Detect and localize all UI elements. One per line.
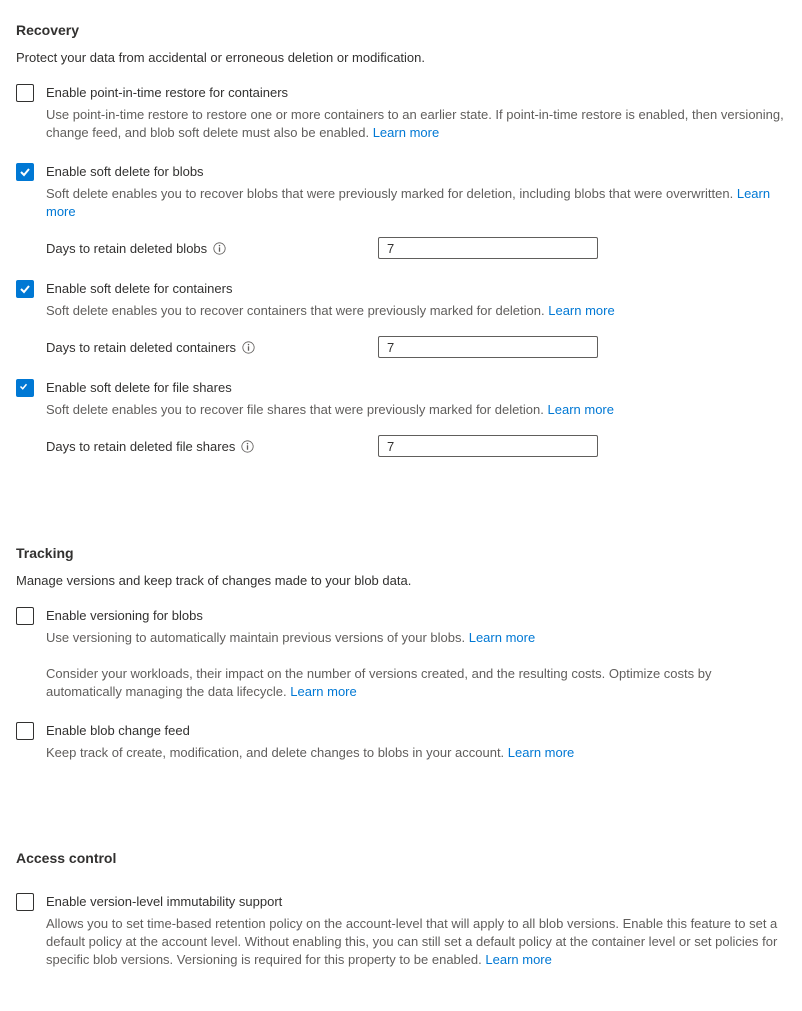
info-icon[interactable] [241, 440, 254, 453]
checkbox-label-pitr[interactable]: Enable point-in-time restore for contain… [46, 83, 786, 102]
checkbox-soft-delete-containers[interactable] [16, 280, 34, 298]
check-icon [19, 166, 31, 178]
desc-text: Soft delete enables you to recover file … [46, 402, 544, 417]
recovery-intro: Protect your data from accidental or err… [16, 50, 786, 65]
desc-pitr: Use point-in-time restore to restore one… [46, 106, 786, 142]
info-icon[interactable] [242, 341, 255, 354]
access-control-header: Access control [16, 850, 786, 866]
checkbox-label-soft-delete-containers[interactable]: Enable soft delete for containers [46, 279, 786, 298]
learn-more-link[interactable]: Learn more [290, 684, 356, 699]
checkbox-label-soft-delete-blobs[interactable]: Enable soft delete for blobs [46, 162, 786, 181]
option-change-feed: Enable blob change feed Keep track of cr… [16, 721, 786, 762]
option-soft-delete-containers: Enable soft delete for containers Soft d… [16, 279, 786, 358]
field-label-retain-containers: Days to retain deleted containers [46, 340, 236, 355]
desc-change-feed: Keep track of create, modification, and … [46, 744, 786, 762]
desc-soft-delete-blobs: Soft delete enables you to recover blobs… [46, 185, 786, 221]
option-soft-delete-blobs: Enable soft delete for blobs Soft delete… [16, 162, 786, 259]
desc-text: Keep track of create, modification, and … [46, 745, 504, 760]
field-row-retain-file-shares: Days to retain deleted file shares [46, 435, 786, 457]
checkbox-immutability[interactable] [16, 893, 34, 911]
desc-soft-delete-containers: Soft delete enables you to recover conta… [46, 302, 786, 320]
learn-more-link[interactable]: Learn more [485, 952, 551, 967]
tracking-intro: Manage versions and keep track of change… [16, 573, 786, 588]
learn-more-link[interactable]: Learn more [469, 630, 535, 645]
checkbox-soft-delete-file-shares[interactable] [16, 379, 34, 397]
field-label-retain-file-shares: Days to retain deleted file shares [46, 439, 235, 454]
desc-soft-delete-file-shares: Soft delete enables you to recover file … [46, 401, 786, 419]
tracking-header: Tracking [16, 545, 786, 561]
info-icon[interactable] [213, 242, 226, 255]
learn-more-link[interactable]: Learn more [508, 745, 574, 760]
input-retain-file-shares[interactable] [378, 435, 598, 457]
checkbox-versioning[interactable] [16, 607, 34, 625]
check-icon [19, 382, 31, 394]
learn-more-link[interactable]: Learn more [373, 125, 439, 140]
learn-more-link[interactable]: Learn more [548, 402, 614, 417]
input-retain-blobs[interactable] [378, 237, 598, 259]
desc-text: Soft delete enables you to recover conta… [46, 303, 545, 318]
option-versioning: Enable versioning for blobs Use versioni… [16, 606, 786, 701]
checkbox-label-immutability[interactable]: Enable version-level immutability suppor… [46, 892, 786, 911]
desc-text: Consider your workloads, their impact on… [46, 666, 711, 699]
option-pitr: Enable point-in-time restore for contain… [16, 83, 786, 142]
desc-text: Use versioning to automatically maintain… [46, 630, 465, 645]
field-row-retain-blobs: Days to retain deleted blobs [46, 237, 786, 259]
checkbox-pitr[interactable] [16, 84, 34, 102]
checkbox-change-feed[interactable] [16, 722, 34, 740]
checkbox-label-versioning[interactable]: Enable versioning for blobs [46, 606, 786, 625]
desc-versioning-1: Use versioning to automatically maintain… [46, 629, 786, 647]
checkbox-label-soft-delete-file-shares[interactable]: Enable soft delete for file shares [46, 378, 786, 397]
field-label-retain-blobs: Days to retain deleted blobs [46, 241, 207, 256]
recovery-header: Recovery [16, 22, 786, 38]
input-retain-containers[interactable] [378, 336, 598, 358]
field-row-retain-containers: Days to retain deleted containers [46, 336, 786, 358]
check-icon [19, 283, 31, 295]
checkbox-label-change-feed[interactable]: Enable blob change feed [46, 721, 786, 740]
desc-text: Allows you to set time-based retention p… [46, 916, 777, 967]
desc-text: Soft delete enables you to recover blobs… [46, 186, 733, 201]
option-soft-delete-file-shares: Enable soft delete for file shares Soft … [16, 378, 786, 457]
checkbox-soft-delete-blobs[interactable] [16, 163, 34, 181]
option-immutability: Enable version-level immutability suppor… [16, 892, 786, 969]
desc-immutability: Allows you to set time-based retention p… [46, 915, 786, 969]
learn-more-link[interactable]: Learn more [548, 303, 614, 318]
desc-versioning-2: Consider your workloads, their impact on… [46, 665, 786, 701]
